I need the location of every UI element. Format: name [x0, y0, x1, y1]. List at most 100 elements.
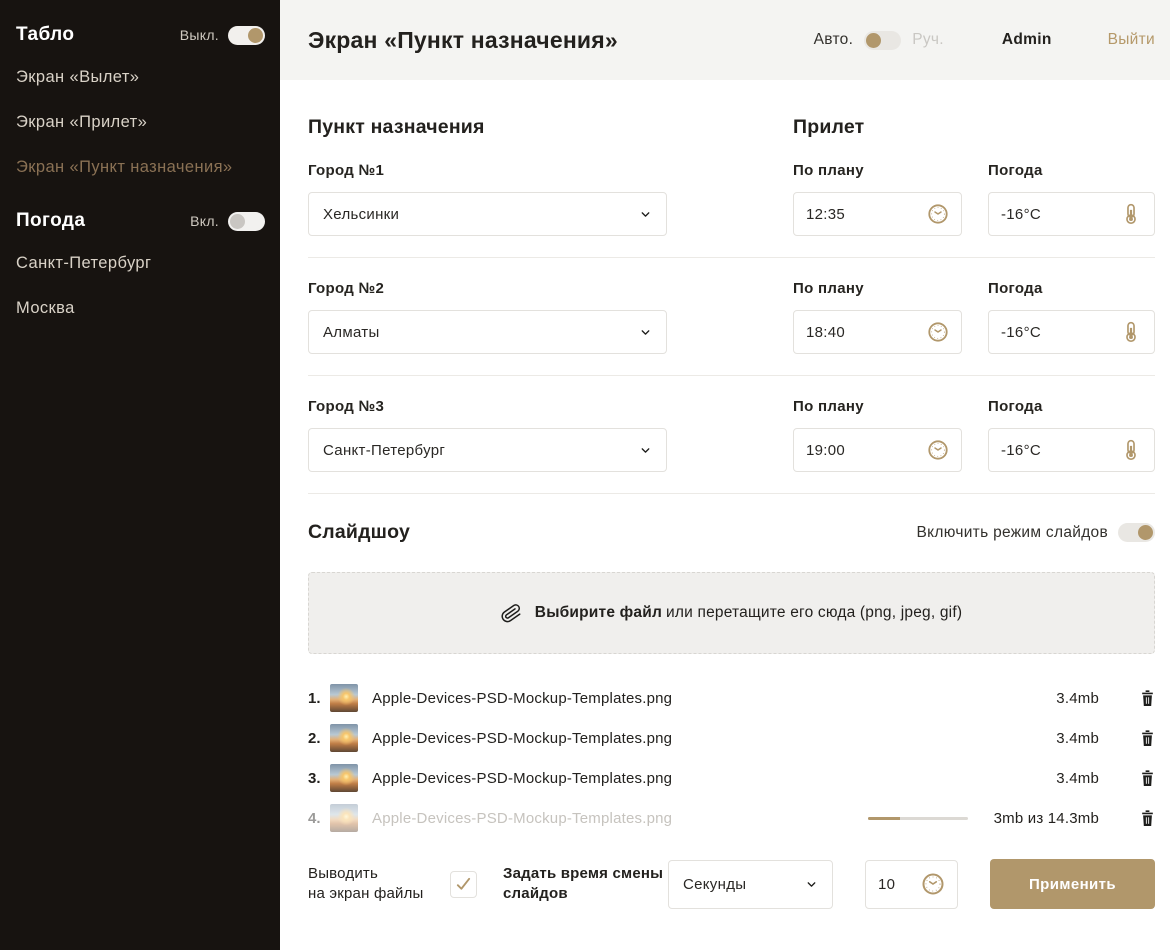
sidebar-weather-title: Погода — [16, 210, 85, 232]
file-row-3: 3. Apple-Devices-PSD-Mockup-Templates.pn… — [308, 758, 1155, 798]
sidebar-board-header: Табло Выкл. — [16, 24, 265, 46]
slide-interval-label: Задать время смены слайдов — [503, 864, 668, 904]
interval-unit-select[interactable]: Секунды — [668, 860, 833, 909]
check-icon — [455, 876, 472, 893]
topbar: Экран «Пункт назначения» Авто. Руч. Admi… — [280, 0, 1170, 80]
destination-row-1: Город №1 Хельсинки По плану Погода — [308, 140, 1155, 258]
file-row-2: 2. Apple-Devices-PSD-Mockup-Templates.pn… — [308, 718, 1155, 758]
display-files-label: Выводить на экран файлы — [308, 864, 450, 904]
upload-progress-fill — [868, 817, 900, 820]
interval-unit-value: Секунды — [683, 876, 746, 893]
file-number: 3. — [308, 770, 330, 787]
interval-value-box — [865, 860, 958, 909]
clock-icon — [927, 203, 949, 225]
slideshow-title: Слайдшоу — [308, 521, 410, 544]
thermometer-icon — [1120, 203, 1142, 225]
file-thumbnail — [330, 724, 358, 752]
plan-1-label: По плану — [793, 162, 962, 179]
plan-3-input-box — [793, 428, 962, 472]
trash-icon — [1140, 690, 1155, 707]
weather-1-input-box — [988, 192, 1155, 236]
file-thumbnail — [330, 684, 358, 712]
weather-1-label: Погода — [988, 162, 1155, 179]
plan-3-input[interactable] — [806, 442, 906, 459]
board-toggle-group: Выкл. — [180, 26, 265, 45]
trash-icon — [1140, 770, 1155, 787]
weather-toggle-group: Вкл. — [190, 212, 265, 231]
board-nav: Экран «Вылет» Экран «Прилет» Экран «Пунк… — [16, 59, 265, 186]
delete-file-button[interactable] — [1139, 770, 1155, 787]
sidebar-item-moscow[interactable]: Москва — [16, 290, 265, 327]
city-2-value: Алматы — [323, 324, 380, 341]
logout-link[interactable]: Выйти — [1108, 31, 1155, 49]
file-size: 3.4mb — [1056, 730, 1099, 747]
toggle-knob — [248, 28, 263, 43]
weather-3-label: Погода — [988, 398, 1155, 415]
file-row-1: 1. Apple-Devices-PSD-Mockup-Templates.pn… — [308, 678, 1155, 718]
chevron-down-icon — [639, 444, 652, 457]
city-2-select[interactable]: Алматы — [308, 310, 667, 354]
board-toggle-label: Выкл. — [180, 27, 219, 43]
destination-row-2: Город №2 Алматы По плану Погода — [308, 258, 1155, 376]
app: Табло Выкл. Экран «Вылет» Экран «Прилет»… — [0, 0, 1170, 950]
mode-toggle[interactable] — [864, 31, 901, 50]
slideshow-header: Слайдшоу Включить режим слайдов — [308, 521, 1155, 544]
delete-file-button[interactable] — [1139, 690, 1155, 707]
main: Экран «Пункт назначения» Авто. Руч. Admi… — [280, 0, 1170, 950]
upload-progress-bar — [868, 817, 968, 820]
cancel-upload-button[interactable] — [1139, 810, 1155, 827]
file-number: 2. — [308, 730, 330, 747]
weather-2-input[interactable] — [1001, 324, 1100, 341]
plan-2-input[interactable] — [806, 324, 906, 341]
board-toggle[interactable] — [228, 26, 265, 45]
upload-choose-file[interactable]: Выбирите файл — [535, 604, 662, 621]
city-3-label: Город №3 — [308, 398, 667, 415]
mode-auto-label: Авто. — [814, 31, 854, 49]
chevron-down-icon — [805, 878, 818, 891]
clock-icon — [927, 321, 949, 343]
weather-3-input[interactable] — [1001, 442, 1100, 459]
weather-1-input[interactable] — [1001, 206, 1100, 223]
plan-2-label: По плану — [793, 280, 962, 297]
mode-manual-label: Руч. — [912, 31, 944, 49]
file-name: Apple-Devices-PSD-Mockup-Templates.png — [372, 730, 1056, 747]
weather-3-input-box — [988, 428, 1155, 472]
plan-1-input[interactable] — [806, 206, 906, 223]
sidebar: Табло Выкл. Экран «Вылет» Экран «Прилет»… — [0, 0, 280, 950]
paperclip-icon — [499, 601, 523, 625]
interval-value-input[interactable] — [878, 876, 905, 893]
slideshow-toggle[interactable] — [1118, 523, 1155, 542]
sidebar-item-arrival-screen[interactable]: Экран «Прилет» — [16, 104, 265, 141]
sidebar-item-spb[interactable]: Санкт-Петербург — [16, 245, 265, 282]
content: Пункт назначения Прилет Город №1 Хельсин… — [280, 80, 1170, 950]
city-1-select[interactable]: Хельсинки — [308, 192, 667, 236]
weather-nav: Санкт-Петербург Москва — [16, 245, 265, 327]
city-2-label: Город №2 — [308, 280, 667, 297]
toggle-knob — [230, 214, 245, 229]
user-name: Admin — [1002, 31, 1052, 49]
destination-section-title: Пункт назначения — [308, 116, 485, 139]
sidebar-item-departure-screen[interactable]: Экран «Вылет» — [16, 59, 265, 96]
plan-1-input-box — [793, 192, 962, 236]
sidebar-weather-section: Погода Вкл. Санкт-Петербург Москва — [16, 210, 265, 327]
file-number: 1. — [308, 690, 330, 707]
weather-toggle-label: Вкл. — [190, 213, 219, 229]
sidebar-weather-header: Погода Вкл. — [16, 210, 265, 232]
display-files-checkbox[interactable] — [450, 871, 477, 898]
trash-icon — [1140, 730, 1155, 747]
toggle-knob — [1138, 525, 1153, 540]
slideshow-footer-controls: Выводить на экран файлы Задать время сме… — [308, 859, 1155, 909]
upload-drag-hint: или перетащите его сюда (png, jpeg, gif) — [666, 604, 962, 621]
file-row-4-uploading: 4. Apple-Devices-PSD-Mockup-Templates.pn… — [308, 798, 1155, 838]
delete-file-button[interactable] — [1139, 730, 1155, 747]
file-thumbnail — [330, 804, 358, 832]
weather-toggle[interactable] — [228, 212, 265, 231]
trash-icon — [1140, 810, 1155, 827]
topbar-controls: Авто. Руч. Admin Выйти — [814, 31, 1155, 50]
city-3-select[interactable]: Санкт-Петербург — [308, 428, 667, 472]
file-name: Apple-Devices-PSD-Mockup-Templates.png — [372, 770, 1056, 787]
apply-button[interactable]: Применить — [990, 859, 1155, 909]
file-upload-dropzone[interactable]: Выбирите файлили перетащите его сюда (pn… — [308, 572, 1155, 654]
file-name: Apple-Devices-PSD-Mockup-Templates.png — [372, 810, 868, 827]
sidebar-item-destination-screen[interactable]: Экран «Пункт назначения» — [16, 149, 265, 186]
